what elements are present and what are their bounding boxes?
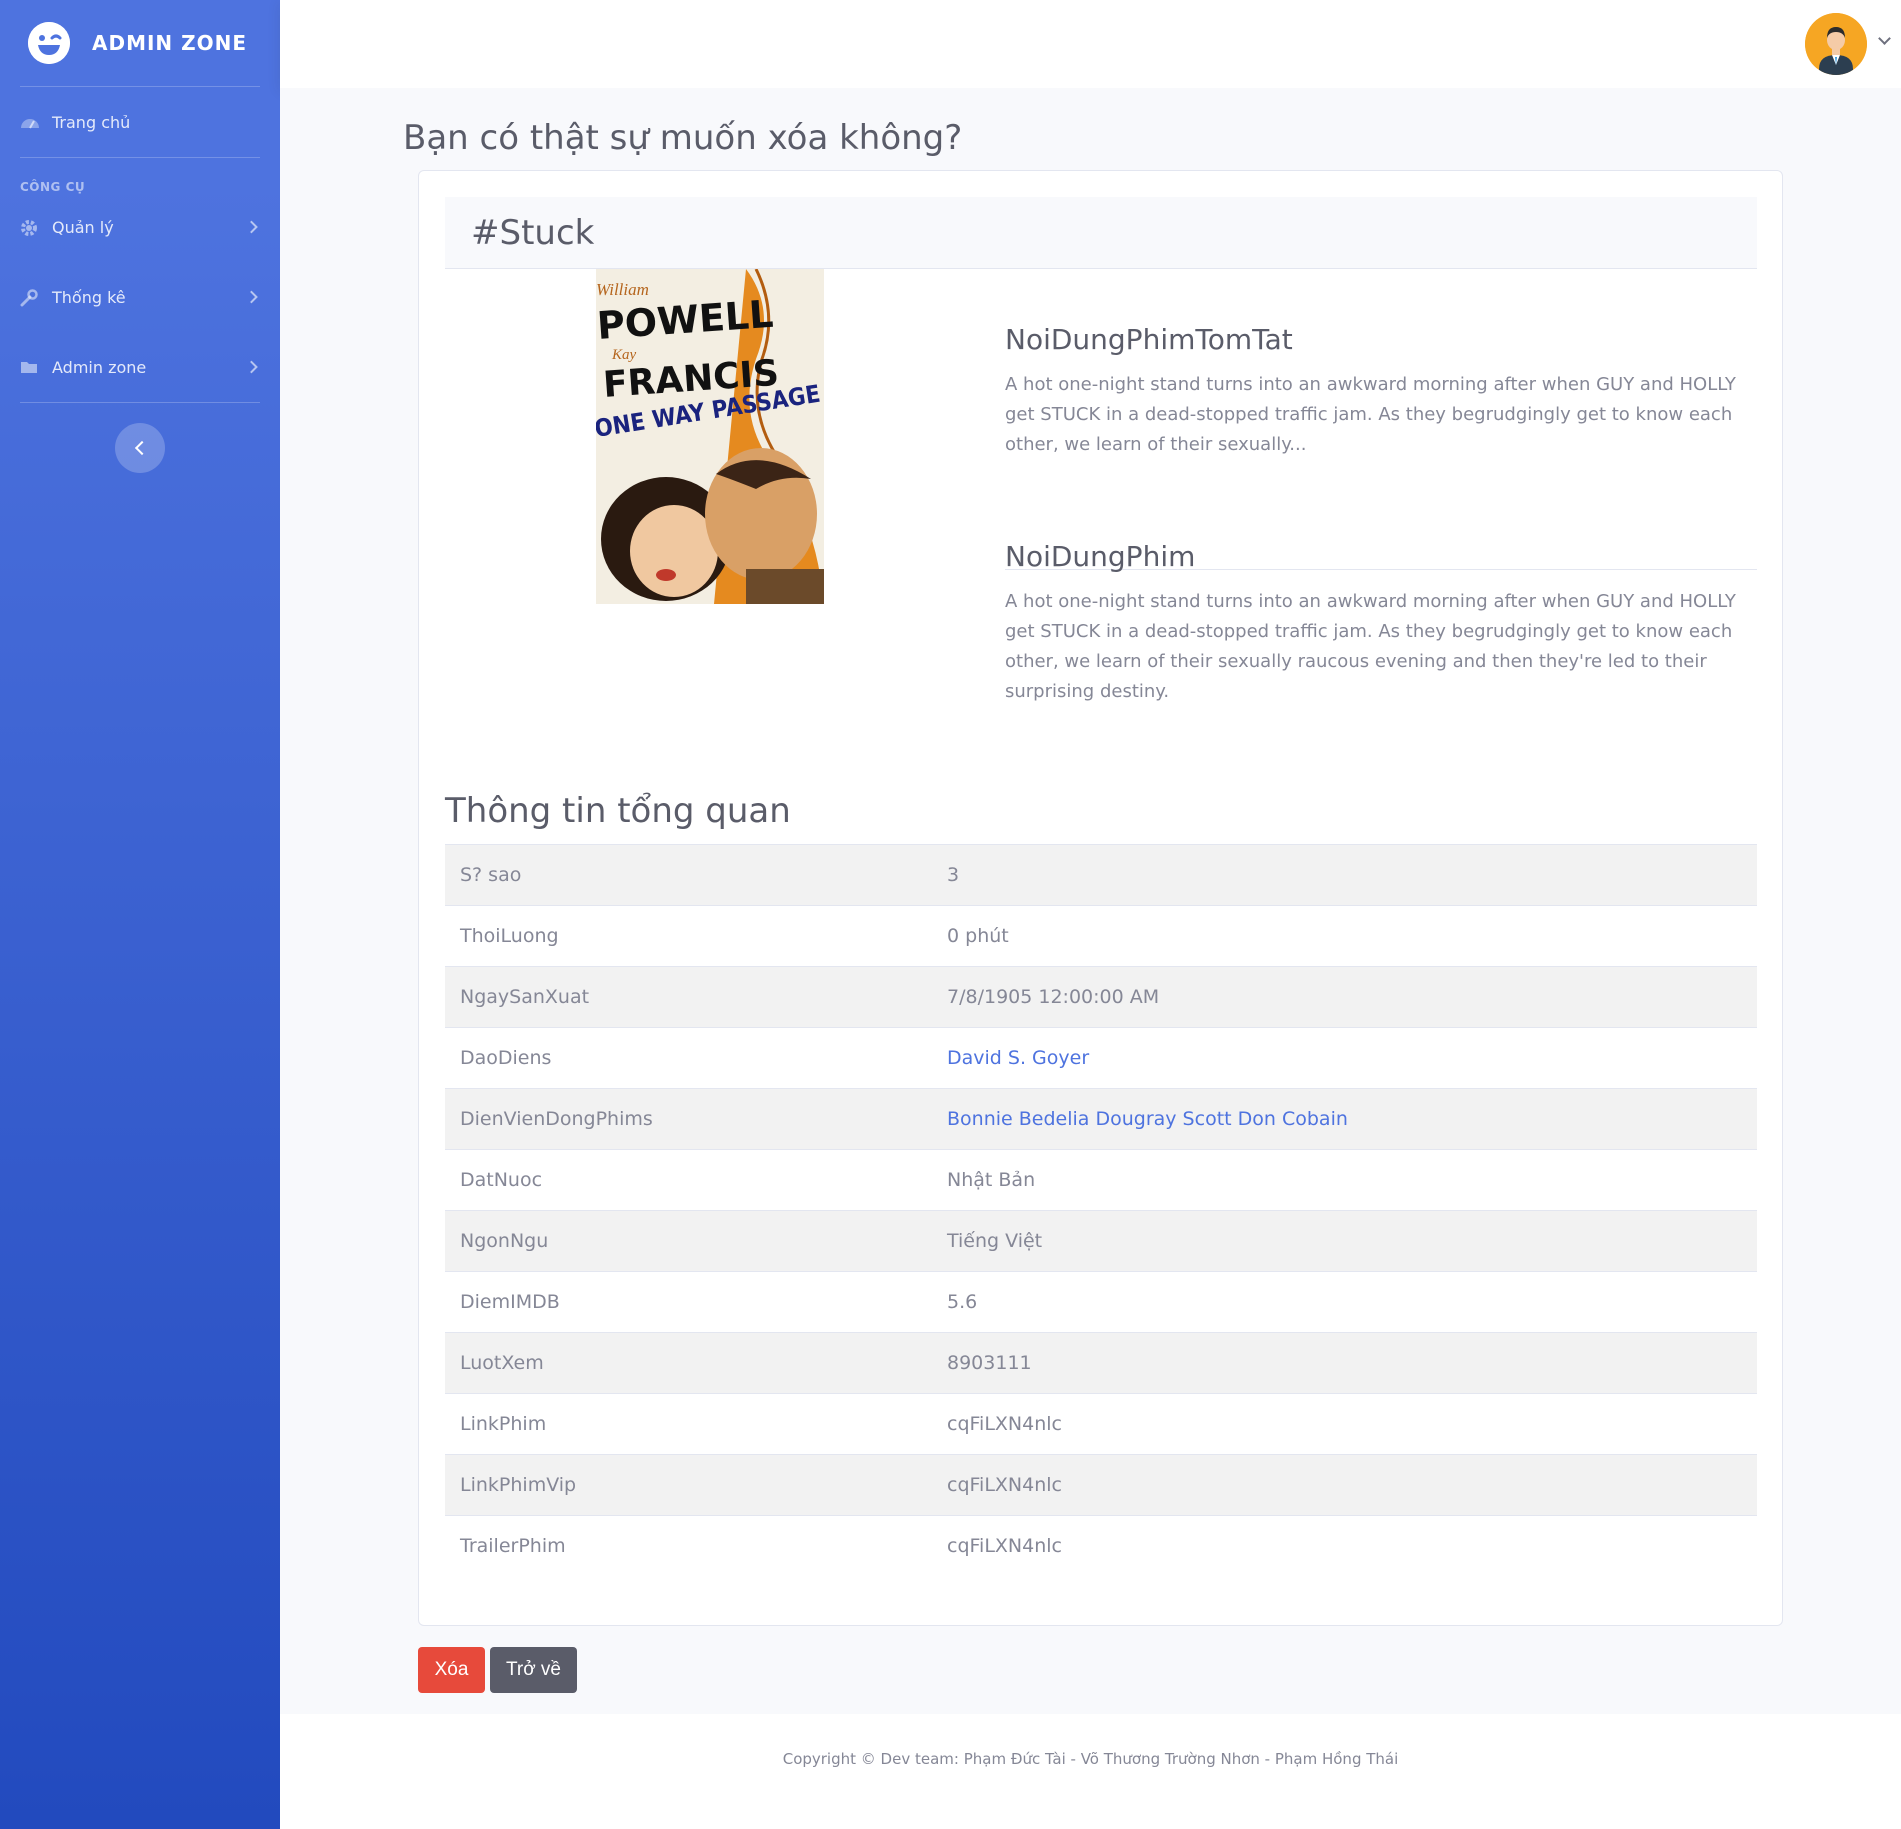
brand-name: ADMIN ZONE xyxy=(92,31,248,55)
sidebar-toggle-button[interactable] xyxy=(115,423,165,473)
row-key: NgonNgu xyxy=(445,1210,932,1272)
overview-title: Thông tin tổng quan xyxy=(445,791,791,831)
poster-text-first-name-1: William xyxy=(596,280,649,299)
row-value: Tiếng Việt xyxy=(932,1210,1757,1272)
topbar xyxy=(280,0,1901,88)
laugh-wink-icon xyxy=(28,22,70,64)
table-row: NgonNgu Tiếng Việt xyxy=(445,1210,1757,1272)
movie-poster: William POWELL Kay FRANCIS ONE WAY PASSA… xyxy=(596,269,824,604)
synopsis-short-text: A hot one-night stand turns into an awkw… xyxy=(1005,374,1736,455)
row-key: LuotXem xyxy=(445,1332,932,1394)
row-key: LinkPhimVip xyxy=(445,1454,932,1516)
overview-table: S? sao 3 ThoiLuong 0 phút NgaySanXuat 7/8/1… xyxy=(445,844,1757,1577)
row-value: cqFiLXN4nlc xyxy=(932,1515,1757,1577)
row-key: DatNuoc xyxy=(445,1149,932,1211)
tachometer-icon xyxy=(20,114,42,130)
sidebar-item-label: Quản lý xyxy=(52,217,114,237)
sidebar-brand[interactable]: ADMIN ZONE xyxy=(0,0,280,86)
row-key: LinkPhim xyxy=(445,1393,932,1455)
actors-link[interactable]: Bonnie Bedelia Dougray Scott Don Cobain xyxy=(947,1108,1348,1130)
row-key: DaoDiens xyxy=(445,1027,932,1089)
page-title: Bạn có thật sự muốn xóa không? xyxy=(403,118,963,158)
sidebar: ADMIN ZONE Trang chủ CÔNG CỤ Quản lý Thố… xyxy=(0,0,280,1829)
chevron-right-icon xyxy=(245,290,258,304)
row-key: S? sao xyxy=(445,844,932,906)
row-value: cqFiLXN4nlc xyxy=(932,1454,1757,1516)
back-button[interactable]: Trở về xyxy=(490,1647,577,1693)
row-key: DiemIMDB xyxy=(445,1271,932,1333)
chevron-down-icon[interactable] xyxy=(1878,32,1891,45)
row-value-cell: Bonnie Bedelia Dougray Scott Don Cobain xyxy=(932,1088,1757,1150)
gear-icon xyxy=(20,219,42,236)
row-value: 8903111 xyxy=(932,1332,1757,1394)
table-row: DaoDiens David S. Goyer xyxy=(445,1027,1757,1089)
table-row: LinkPhim cqFiLXN4nlc xyxy=(445,1393,1757,1455)
row-value: Nhật Bản xyxy=(932,1149,1757,1211)
row-key: DienVienDongPhims xyxy=(445,1088,932,1150)
row-value-cell: David S. Goyer xyxy=(932,1027,1757,1089)
copyright-text: Copyright © Dev team: Phạm Đức Tài - Võ … xyxy=(782,1750,1399,1768)
movie-title: #Stuck xyxy=(471,213,595,253)
wrench-icon xyxy=(20,289,42,307)
sidebar-item-manage[interactable]: Quản lý xyxy=(0,192,280,262)
table-row: DiemIMDB 5.6 xyxy=(445,1271,1757,1333)
row-value: 7/8/1905 12:00:00 AM xyxy=(932,966,1757,1028)
poster-text-first-name-2: Kay xyxy=(611,347,637,363)
sidebar-item-label: Thống kê xyxy=(52,287,126,307)
table-row: LinkPhimVip cqFiLXN4nlc xyxy=(445,1454,1757,1516)
synopsis-short: NoiDungPhimTomTat A hot one-night stand … xyxy=(1005,323,1757,460)
synopsis-full-text: A hot one-night stand turns into an awkw… xyxy=(1005,591,1736,702)
director-link[interactable]: David S. Goyer xyxy=(947,1047,1089,1069)
chevron-right-icon xyxy=(245,360,258,374)
sidebar-item-admin-zone[interactable]: Admin zone xyxy=(0,332,280,402)
table-row: DatNuoc Nhật Bản xyxy=(445,1149,1757,1211)
user-avatar-icon[interactable] xyxy=(1805,13,1867,75)
delete-button[interactable]: Xóa xyxy=(418,1647,485,1693)
table-row: ThoiLuong 0 phút xyxy=(445,905,1757,967)
row-key: ThoiLuong xyxy=(445,905,932,967)
footer: Copyright © Dev team: Phạm Đức Tài - Võ … xyxy=(280,1714,1901,1829)
synopsis-short-heading: NoiDungPhimTomTat xyxy=(1005,323,1293,356)
main-content: Bạn có thật sự muốn xóa không? #Stuck Wi… xyxy=(280,88,1901,1714)
table-row: TrailerPhim cqFiLXN4nlc xyxy=(445,1515,1757,1577)
row-value: 0 phút xyxy=(932,905,1757,967)
chevron-right-icon xyxy=(245,220,258,234)
sidebar-item-label: Trang chủ xyxy=(52,112,131,132)
sidebar-item-statistics[interactable]: Thống kê xyxy=(0,262,280,332)
row-value: cqFiLXN4nlc xyxy=(932,1393,1757,1455)
sidebar-divider xyxy=(20,402,260,403)
sidebar-item-home[interactable]: Trang chủ xyxy=(0,87,280,157)
folder-icon xyxy=(20,359,42,375)
table-row: NgaySanXuat 7/8/1905 12:00:00 AM xyxy=(445,966,1757,1028)
row-value: 5.6 xyxy=(932,1271,1757,1333)
row-value: 3 xyxy=(932,844,1757,906)
table-row: LuotXem 8903111 xyxy=(445,1332,1757,1394)
table-row: DienVienDongPhims Bonnie Bedelia Dougray … xyxy=(445,1088,1757,1150)
row-key: TrailerPhim xyxy=(445,1515,932,1577)
sidebar-item-label: Admin zone xyxy=(52,357,147,377)
row-key: NgaySanXuat xyxy=(445,966,932,1028)
movie-card: #Stuck William POWELL Kay FRANCIS ONE WA… xyxy=(418,170,1783,1626)
card-header: #Stuck xyxy=(445,197,1757,269)
synopsis-full: NoiDungPhim A hot one-night stand turns … xyxy=(1005,540,1757,707)
synopsis-full-heading: NoiDungPhim xyxy=(1005,540,1196,573)
table-row: S? sao 3 xyxy=(445,844,1757,906)
